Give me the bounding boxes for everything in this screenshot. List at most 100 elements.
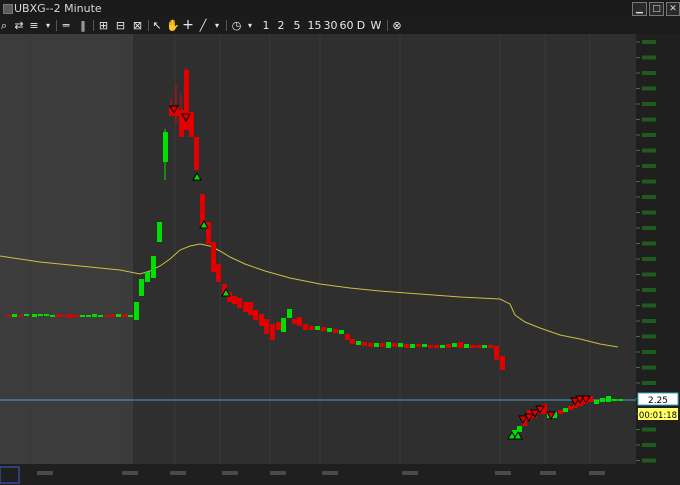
candle — [74, 315, 79, 317]
interval-5-button[interactable]: 5 — [293, 19, 301, 32]
candle — [287, 309, 292, 318]
candle — [362, 342, 367, 346]
zoom-icon[interactable]: ⌕ — [0, 19, 10, 32]
interval-week-button[interactable]: W — [370, 19, 382, 32]
interval-2-button[interactable]: 2 — [277, 19, 285, 32]
candle — [281, 318, 286, 332]
candle — [446, 344, 451, 348]
layout-icon[interactable]: ⊟ — [114, 19, 127, 32]
title-bar: UBXG--2 Minute ▁ □ ✕ — [0, 0, 680, 17]
price-axis-tick-label — [642, 102, 656, 106]
candle — [333, 329, 338, 333]
candle — [594, 400, 599, 404]
candle — [157, 222, 162, 242]
candle — [386, 342, 391, 348]
candle — [488, 345, 493, 348]
candle — [128, 315, 133, 317]
chart-window: UBXG--2 Minute ▁ □ ✕ ⌕ ⇄ ≡ ▾ ═ ‖ ⊞ ⊟ ⊠ ↖… — [0, 0, 680, 485]
candle — [476, 345, 481, 348]
price-axis-tick-label — [642, 133, 656, 137]
candle — [151, 256, 156, 278]
candle — [434, 345, 439, 348]
price-axis-tick-label — [642, 55, 656, 60]
price-chart[interactable]: 2.25 00:01:18 — [0, 34, 680, 485]
candle — [458, 342, 463, 348]
drawing-dropdown-icon[interactable]: ▾ — [212, 19, 222, 32]
clock-icon[interactable]: ◷ — [230, 19, 243, 32]
time-axis-tick-label — [402, 471, 418, 475]
candle — [237, 298, 242, 308]
candle — [568, 406, 573, 410]
candle — [404, 344, 409, 348]
price-axis-tick-label — [642, 71, 656, 75]
candle — [600, 398, 605, 402]
candle — [422, 344, 427, 347]
price-axis-tick-label — [642, 241, 656, 246]
chart-style-icon[interactable]: ≡ — [27, 19, 41, 32]
candle — [62, 315, 67, 317]
candle — [470, 345, 475, 348]
price-axis-tick-label — [642, 443, 656, 447]
candle — [248, 302, 253, 315]
price-axis-tick-label — [642, 381, 656, 385]
candle — [303, 324, 308, 330]
toolbar: ⌕ ⇄ ≡ ▾ ═ ‖ ⊞ ⊟ ⊠ ↖ ✋ + ╱ ▾ ◷ ▾ 1 2 5 15… — [0, 17, 680, 35]
price-axis-tick-label — [642, 288, 656, 292]
close-button[interactable]: ✕ — [666, 2, 680, 16]
candle — [392, 343, 397, 347]
interval-1-button[interactable]: 1 — [262, 19, 270, 32]
candle — [297, 317, 302, 326]
candle — [243, 302, 248, 312]
time-axis-tick-label — [222, 471, 238, 475]
candle — [309, 326, 314, 330]
price-axis-tick-label — [642, 195, 656, 199]
candle — [6, 315, 11, 317]
candle — [122, 314, 127, 317]
window-icon — [3, 4, 13, 14]
candle — [56, 314, 61, 317]
candle — [276, 322, 281, 330]
candle — [494, 346, 499, 360]
cursor-icon[interactable]: ↖ — [151, 19, 163, 32]
candle — [410, 344, 415, 348]
minimize-button[interactable]: ▁ — [632, 2, 647, 16]
candle — [32, 314, 37, 317]
candle — [327, 328, 332, 332]
maximize-button[interactable]: □ — [649, 2, 664, 16]
grid-icon[interactable]: ⊞ — [97, 19, 110, 32]
time-axis-tick-label — [170, 471, 186, 475]
crosshair-icon[interactable]: + — [182, 18, 194, 32]
candle — [232, 296, 237, 304]
candle — [416, 344, 421, 347]
candle — [440, 345, 445, 348]
interval-15-button[interactable]: 15 — [307, 19, 322, 32]
candle — [339, 330, 344, 334]
crosshair-lines-icon[interactable]: ═ — [60, 19, 72, 32]
price-axis-tick-label — [642, 117, 656, 122]
settings-icon[interactable]: ⊗ — [391, 19, 403, 32]
candle — [139, 279, 144, 296]
candle — [18, 315, 23, 317]
candle — [558, 410, 563, 414]
compare-icon[interactable]: ⊠ — [131, 19, 144, 32]
candle — [350, 339, 355, 344]
hand-icon[interactable]: ✋ — [166, 19, 180, 32]
interval-60-button[interactable]: 60 — [339, 19, 354, 32]
candle — [189, 112, 194, 137]
price-axis-tick-label — [642, 319, 656, 323]
candle — [145, 272, 150, 282]
premarket-shading — [0, 34, 133, 485]
candle — [315, 326, 320, 330]
pan-icon[interactable]: ⇄ — [13, 19, 25, 32]
pause-icon[interactable]: ‖ — [77, 19, 89, 32]
price-axis-tick-label — [642, 226, 656, 230]
candle — [134, 302, 139, 320]
line-tool-icon[interactable]: ╱ — [197, 19, 209, 32]
interval-day-button[interactable]: D — [356, 19, 366, 32]
interval-dropdown-icon[interactable]: ▾ — [245, 19, 255, 32]
candle — [482, 345, 487, 348]
style-dropdown-icon[interactable]: ▾ — [43, 19, 53, 32]
candle — [380, 343, 385, 347]
candle — [500, 356, 505, 370]
interval-30-button[interactable]: 30 — [323, 19, 338, 32]
